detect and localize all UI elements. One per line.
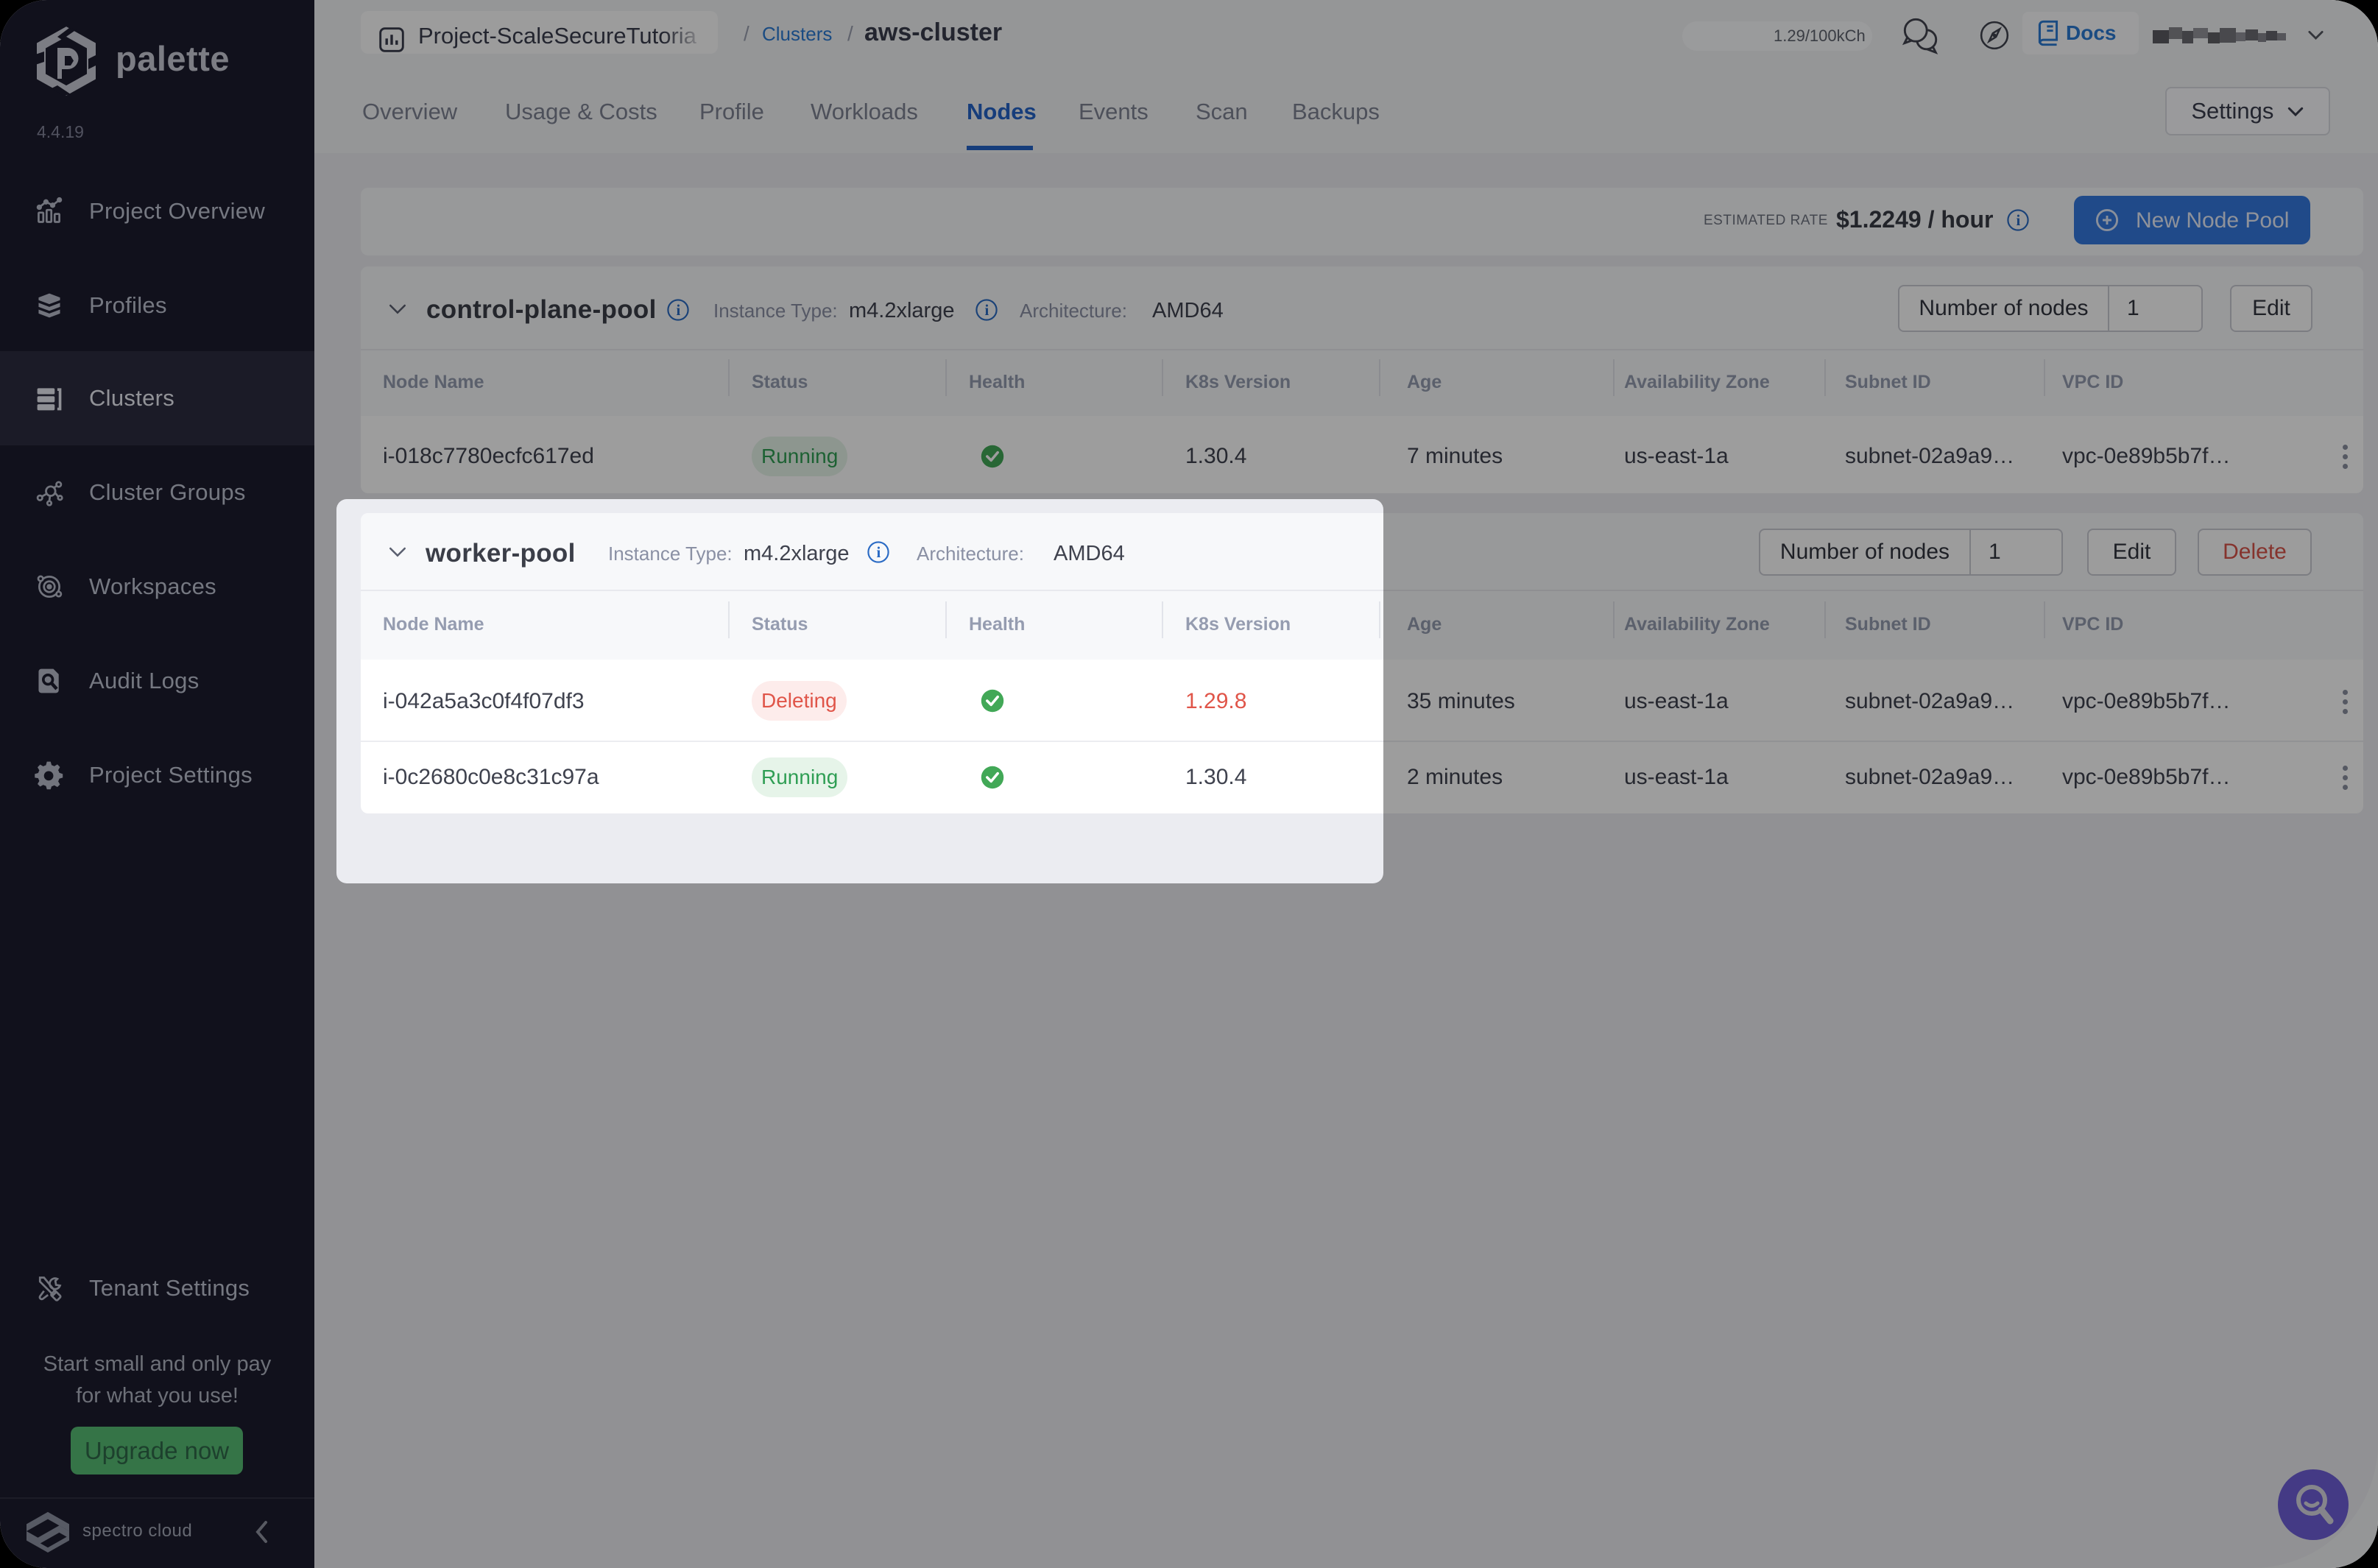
svg-text:i: i	[985, 302, 989, 319]
svg-text:i: i	[677, 302, 681, 319]
svg-text:i: i	[2017, 212, 2021, 229]
